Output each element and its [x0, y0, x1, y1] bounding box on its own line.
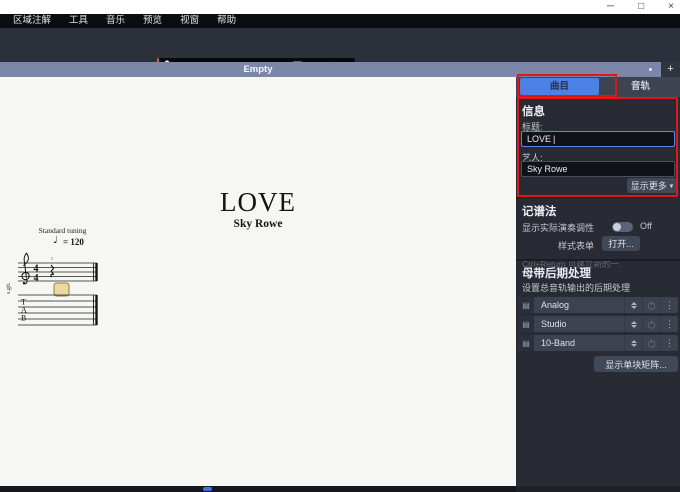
sidebar-tabs: 曲目 音轨 [516, 77, 680, 97]
open-button-label: 打开... [608, 237, 634, 250]
score-tempo-value: = 120 [63, 237, 84, 247]
toggle-knob [613, 223, 621, 231]
minimize-icon[interactable]: ─ [607, 0, 614, 14]
dropdown-arrow-icon: ▾ [670, 182, 674, 190]
tab-staff[interactable]: T A B [18, 295, 98, 325]
artist-input-value: Sky Rowe [527, 164, 568, 174]
toggle-state-label: Off [640, 221, 652, 231]
document-tabbar: Empty + [0, 62, 680, 77]
pedal-matrix-button[interactable]: 显示单块矩阵... [594, 356, 678, 372]
tuning-label: Standard tuning [20, 226, 105, 235]
info-heading: 信息 [522, 103, 545, 119]
text-caret-icon: | [553, 134, 555, 144]
new-tab-button[interactable]: + [661, 62, 680, 77]
menu-music[interactable]: 音乐 [97, 14, 134, 28]
fx-preset-spinner[interactable] [624, 335, 642, 351]
power-icon [647, 301, 656, 310]
sidebar-panel: 曲目 音轨 信息 标题: LOVE | 艺人: Sky Rowe Ctrl+Re… [516, 77, 680, 486]
tab-tracks[interactable]: 音轨 [601, 77, 680, 97]
song-title: LOVE [0, 187, 516, 218]
menu-preview[interactable]: 预览 [134, 14, 171, 28]
window-titlebar: ─ □ × [0, 0, 680, 14]
section-separator [516, 196, 680, 198]
app-window: ─ □ × 区域注解 工具 音乐 预览 视窗 帮助 1. [0, 0, 680, 492]
treble-clef-icon [22, 253, 29, 284]
fx-preset-spinner[interactable] [624, 297, 642, 313]
mastering-row-analog[interactable]: ▤ Analog ⋮ [518, 297, 678, 313]
bottom-filler [516, 486, 680, 492]
menu-tools[interactable]: 工具 [60, 14, 97, 28]
fx-power-button[interactable] [642, 316, 660, 332]
menu-help[interactable]: 帮助 [208, 14, 245, 28]
quarter-rest-icon[interactable] [51, 265, 54, 277]
maximize-icon[interactable]: □ [638, 0, 644, 14]
fx-menu-dots-icon[interactable]: ⋮ [660, 297, 678, 313]
document-tab[interactable]: Empty [0, 62, 516, 77]
menubar: 区域注解 工具 音乐 预览 视窗 帮助 [0, 14, 680, 28]
standard-staff[interactable]: 4 4 [18, 253, 98, 284]
tab-final-barline-thick [95, 295, 97, 325]
horizontal-scrollbar[interactable] [0, 486, 516, 492]
concert-pitch-toggle[interactable] [612, 222, 633, 232]
show-more-button[interactable]: 显示更多 ▾ [627, 178, 677, 193]
title-input-value: LOVE [527, 134, 551, 144]
track-abbr-label: s.git. [6, 282, 12, 294]
fx-menu-dots-icon[interactable]: ⋮ [660, 316, 678, 332]
pedal-matrix-label: 显示单块矩阵... [605, 358, 667, 371]
open-stylesheet-button[interactable]: 打开... [602, 236, 640, 251]
tab-song[interactable]: 曲目 [520, 78, 599, 95]
tab-modified-dot-icon [649, 68, 652, 71]
notation-heading: 记谱法 [522, 203, 557, 219]
fx-name: Studio [534, 319, 624, 329]
fx-preset-spinner[interactable] [624, 316, 642, 332]
artist-input[interactable]: Sky Rowe [521, 161, 675, 177]
fx-menu-dots-icon[interactable]: ⋮ [660, 335, 678, 351]
concert-pitch-label: 显示实际演奏调性 [522, 221, 594, 234]
score-tempo-note-icon: ♩ [53, 235, 58, 246]
fx-power-button[interactable] [642, 297, 660, 313]
mastering-heading: 母带后期处理 [522, 265, 591, 281]
menu-window[interactable]: 视窗 [171, 14, 208, 28]
stylesheet-label: 样式表单 [558, 239, 594, 252]
mastering-row-studio[interactable]: ▤ Studio ⋮ [518, 316, 678, 332]
mastering-row-10band[interactable]: ▤ 10-Band ⋮ [518, 335, 678, 351]
power-icon [647, 320, 656, 329]
scrollbar-thumb[interactable] [203, 487, 212, 491]
title-input[interactable]: LOVE | [521, 131, 675, 147]
pedal-icon: ▤ [518, 316, 534, 332]
close-icon[interactable]: × [668, 0, 674, 14]
pedal-icon: ▤ [518, 335, 534, 351]
tab-letter-b: B [21, 314, 26, 323]
score-page: LOVE Sky Rowe Standard tuning ♩ = 120 s.… [0, 77, 516, 486]
menu-section-annotations[interactable]: 区域注解 [4, 14, 60, 28]
notation-system: s.git. 4 4 [6, 249, 116, 334]
fx-name: 10-Band [534, 338, 624, 348]
show-more-label: 显示更多 [631, 179, 667, 192]
final-barline-thick [95, 263, 97, 281]
pedal-icon: ▤ [518, 297, 534, 313]
fx-power-button[interactable] [642, 335, 660, 351]
fx-name: Analog [534, 300, 624, 310]
mastering-description: 设置总音轨输出的后期处理 [522, 281, 630, 294]
main-toolbar: 1. Steel Guitar A ⋮ E 4 1/1 0.0:4.0 00:0… [0, 28, 680, 62]
selection-cursor[interactable] [54, 283, 69, 296]
power-icon [647, 339, 656, 348]
time-sig-bottom: 4 [34, 273, 39, 284]
section-separator-2 [516, 259, 680, 261]
